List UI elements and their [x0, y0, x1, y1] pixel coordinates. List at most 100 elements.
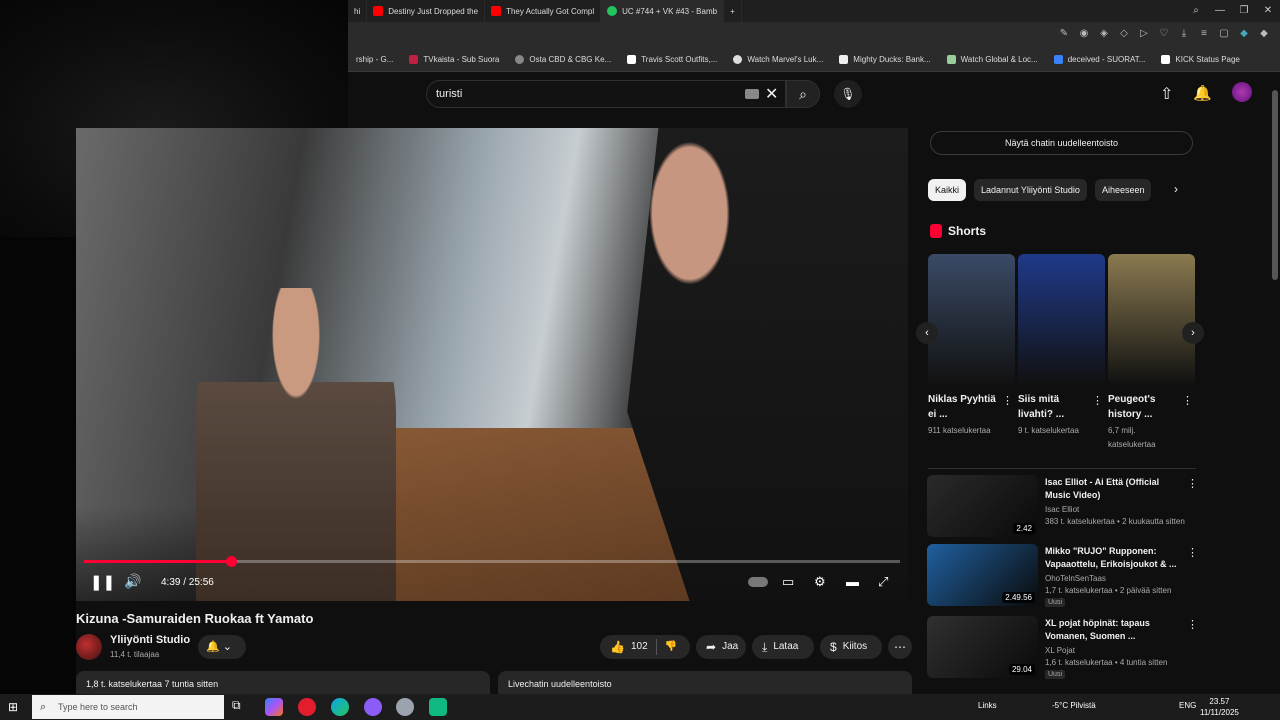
heart-icon[interactable]: ♡: [1158, 28, 1170, 40]
short-title[interactable]: Peugeot's history ...: [1108, 392, 1180, 422]
bookmark[interactable]: rship - G...: [348, 55, 401, 64]
chevron-left-icon[interactable]: ‹: [916, 322, 938, 344]
theater-mode-icon[interactable]: ▬: [846, 574, 859, 589]
app-icon[interactable]: [396, 698, 414, 716]
thumbs-down-icon[interactable]: 👎: [665, 635, 677, 659]
more-vert-icon[interactable]: ⋮: [1187, 477, 1198, 490]
voice-search-button[interactable]: 🎙: [834, 80, 862, 108]
search-tabs-icon[interactable]: ⌕: [1184, 0, 1208, 22]
opera-icon[interactable]: [298, 698, 316, 716]
video-title[interactable]: Isac Elliot - Ai Että (Official Music Vi…: [1045, 476, 1183, 502]
bookmark[interactable]: TVkaista - Sub Suora: [401, 55, 507, 64]
thanks-button[interactable]: $ Kiitos: [820, 635, 882, 659]
language-indicator[interactable]: ENG: [1179, 701, 1196, 710]
browser-tab[interactable]: hi: [348, 0, 368, 22]
short-item[interactable]: Niklas Pyyhtiä ei ... 911 katselukertaa …: [928, 254, 1015, 438]
clock[interactable]: 23.57 11/11/2025: [1200, 696, 1239, 718]
bookmark[interactable]: Watch Marvel's Luk...: [725, 55, 831, 64]
menu-icon[interactable]: ≡: [1198, 28, 1210, 40]
restore-icon[interactable]: ❐: [1232, 0, 1256, 22]
weather-widget[interactable]: -5°C Pilvistä: [1052, 701, 1096, 710]
more-vert-icon[interactable]: ⋮: [1092, 394, 1103, 407]
search-input[interactable]: turisti ✕: [426, 80, 786, 108]
chip-related[interactable]: Aiheeseen: [1094, 179, 1152, 201]
taskbar-links[interactable]: Links: [978, 701, 997, 710]
video-player[interactable]: ❚❚ 🔊 4:39 / 25:56 ▭ ⚙ ▬ ⤢: [76, 128, 908, 601]
short-thumbnail[interactable]: [1108, 254, 1195, 385]
channel-avatar[interactable]: [76, 634, 102, 660]
edge-icon[interactable]: [331, 698, 349, 716]
thumbs-up-icon[interactable]: 👍: [610, 635, 625, 659]
more-actions-button[interactable]: ⋯: [888, 635, 912, 659]
edit-icon[interactable]: ✎: [1058, 28, 1070, 40]
recommended-video[interactable]: 2.42 Isac Elliot - Ai Että (Official Mus…: [927, 475, 1198, 539]
more-vert-icon[interactable]: ⋮: [1002, 394, 1013, 407]
bookmark[interactable]: Travis Scott Outfits,...: [619, 55, 725, 64]
like-dislike-button[interactable]: 👍 102 👎: [600, 635, 690, 659]
browser-tab[interactable]: They Actually Got Compl: [485, 0, 602, 22]
more-vert-icon[interactable]: ⋮: [1182, 394, 1193, 407]
extension-icon[interactable]: ◇: [1118, 28, 1130, 40]
short-thumbnail[interactable]: [928, 254, 1015, 385]
bookmark[interactable]: Osta CBD & CBG Ke...: [507, 55, 619, 64]
video-thumbnail[interactable]: 2.42: [927, 475, 1038, 537]
show-chat-replay-button[interactable]: Näytä chatin uudelleentoisto: [930, 131, 1193, 155]
play-icon[interactable]: ▷: [1138, 28, 1150, 40]
fullscreen-icon[interactable]: ⤢: [878, 574, 888, 590]
short-item[interactable]: Siis mitä livahti? ... 9 t. katselukerta…: [1018, 254, 1105, 438]
bookmark[interactable]: Mighty Ducks: Bank...: [831, 55, 938, 64]
streaming-app-icon[interactable]: [429, 698, 447, 716]
shield-icon[interactable]: ◈: [1098, 28, 1110, 40]
video-thumbnail[interactable]: 29.04: [927, 616, 1038, 678]
progress-scrubber[interactable]: [225, 556, 237, 567]
browser-tab[interactable]: Destiny Just Dropped the: [367, 0, 486, 22]
channel-name[interactable]: Yliiyönti Studio: [110, 634, 190, 646]
page-scrollbar[interactable]: [1272, 90, 1278, 280]
video-title[interactable]: XL pojat höpinät: tapaus Vomanen, Suomen…: [1045, 617, 1183, 643]
browser-tab-active[interactable]: UC #744 + VK #43 - Bamb: [601, 0, 725, 22]
more-vert-icon[interactable]: ⋮: [1187, 618, 1198, 631]
autoplay-toggle[interactable]: [748, 577, 768, 587]
discord-icon[interactable]: [364, 698, 382, 716]
chip-channel[interactable]: Ladannut Yliiyönti Studio: [974, 179, 1087, 201]
short-title[interactable]: Siis mitä livahti? ...: [1018, 392, 1090, 422]
share-button[interactable]: ➦ Jaa: [696, 635, 746, 659]
search-button[interactable]: ⌕: [786, 80, 820, 108]
pause-icon[interactable]: ❚❚: [90, 573, 115, 591]
short-item[interactable]: Peugeot's history ... 6,7 milj. katseluk…: [1108, 254, 1195, 452]
camera-icon[interactable]: ◉: [1078, 28, 1090, 40]
close-icon[interactable]: ✕: [1256, 0, 1280, 22]
subtitles-icon[interactable]: ▭: [782, 574, 794, 590]
copilot-icon[interactable]: [265, 698, 283, 716]
bookmark[interactable]: KICK Status Page: [1153, 55, 1247, 64]
chip-all[interactable]: Kaikki: [928, 179, 967, 201]
video-title[interactable]: Mikko "RUJO" Rupponen: Vapaaottelu, Erik…: [1045, 545, 1183, 571]
short-title[interactable]: Niklas Pyyhtiä ei ...: [928, 392, 1000, 422]
task-view-icon[interactable]: ⧉: [232, 698, 250, 716]
video-thumbnail[interactable]: 2.49.56: [927, 544, 1038, 606]
new-tab-button[interactable]: +: [724, 0, 742, 22]
clear-icon[interactable]: ✕: [765, 84, 778, 104]
taskbar-search-input[interactable]: ⌕ Type here to search: [32, 695, 224, 719]
chevron-right-icon[interactable]: ›: [1174, 182, 1178, 196]
bookmark[interactable]: deceived - SUORAT...: [1046, 55, 1154, 64]
settings-icon[interactable]: ⚙: [814, 574, 826, 590]
upload-icon[interactable]: ⇧: [1160, 84, 1173, 104]
recommended-video[interactable]: 2.49.56 Mikko "RUJO" Rupponen: Vapaaotte…: [927, 544, 1198, 608]
bookmark[interactable]: Watch Global & Loc...: [939, 55, 1046, 64]
download-icon[interactable]: ⤓: [1178, 28, 1190, 40]
more-vert-icon[interactable]: ⋮: [1187, 546, 1198, 559]
windows-start-icon[interactable]: ⊞: [8, 700, 22, 714]
lock-icon[interactable]: ▢: [1218, 28, 1230, 40]
progress-bar[interactable]: [84, 556, 900, 567]
short-thumbnail[interactable]: [1018, 254, 1105, 385]
subscription-bell-button[interactable]: 🔔 ⌄: [198, 635, 246, 659]
extension-icon[interactable]: ◆: [1238, 28, 1250, 40]
volume-icon[interactable]: 🔊: [124, 573, 141, 590]
avatar[interactable]: [1232, 82, 1252, 102]
notifications-icon[interactable]: 🔔: [1193, 84, 1212, 102]
download-button[interactable]: ⤓ Lataa: [752, 635, 814, 659]
cube-icon[interactable]: ◆: [1258, 28, 1270, 40]
recommended-video[interactable]: 29.04 XL pojat höpinät: tapaus Vomanen, …: [927, 616, 1198, 680]
minimize-icon[interactable]: —: [1208, 0, 1232, 22]
